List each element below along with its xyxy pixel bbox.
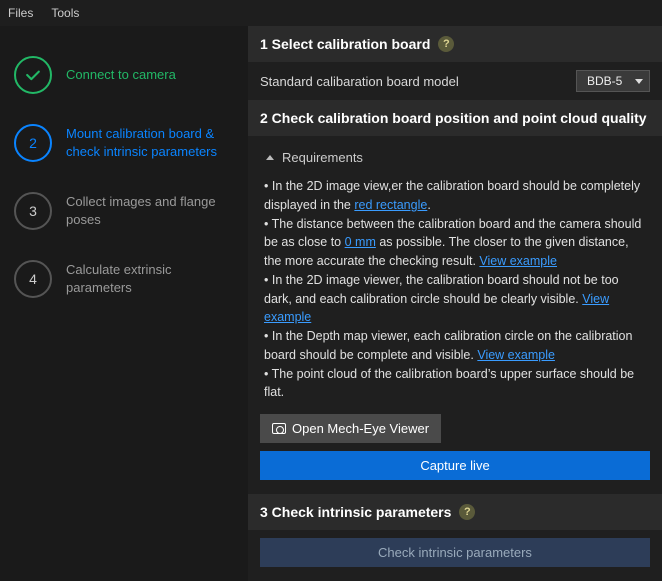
step-label: Collect images and flange poses [66,193,234,228]
step-number-icon: 3 [14,192,52,230]
section1-header: 1 Select calibration board ? [248,26,662,62]
board-model-value: BDB-5 [587,74,622,88]
section3-header: 3 Check intrinsic parameters ? [248,494,662,530]
sidebar-step-collect[interactable]: 3 Collect images and flange poses [14,192,234,230]
capture-live-button[interactable]: Capture live [260,451,650,480]
board-model-label: Standard calibaration board model [260,74,459,89]
menubar: Files Tools [0,0,662,26]
red-rectangle-link[interactable]: red rectangle [354,198,427,212]
sidebar-step-connect[interactable]: Connect to camera [14,56,234,94]
chevron-down-icon [635,79,643,84]
requirement-item: • In the 2D image view,er the calibratio… [264,177,646,215]
camera-icon [272,423,286,434]
view-example-link[interactable]: View example [477,348,555,362]
main-panel: 1 Select calibration board ? Standard ca… [248,26,662,581]
menu-tools[interactable]: Tools [51,6,79,20]
sidebar-step-calculate[interactable]: 4 Calculate extrinsic parameters [14,260,234,298]
sidebar-step-mount[interactable]: 2 Mount calibration board & check intrin… [14,124,234,162]
requirement-item: • In the 2D image viewer, the calibratio… [264,271,646,327]
distance-link[interactable]: 0 mm [345,235,376,249]
check-intrinsic-button[interactable]: Check intrinsic parameters [260,538,650,567]
help-icon[interactable]: ? [459,504,475,520]
requirements-toggle[interactable]: Requirements [260,144,650,171]
view-example-link[interactable]: View example [479,254,557,268]
step-number-icon: 4 [14,260,52,298]
board-model-row: Standard calibaration board model BDB-5 [248,62,662,100]
help-icon[interactable]: ? [438,36,454,52]
open-mecheye-button[interactable]: Open Mech-Eye Viewer [260,414,441,443]
section3-title: 3 Check intrinsic parameters [260,504,451,520]
check-icon [14,56,52,94]
sidebar: Connect to camera 2 Mount calibration bo… [0,26,248,581]
menu-files[interactable]: Files [8,6,33,20]
requirements-label: Requirements [282,150,363,165]
step-label: Calculate extrinsic parameters [66,261,234,296]
section2-title: 2 Check calibration board position and p… [260,110,647,126]
section2-header: 2 Check calibration board position and p… [248,100,662,136]
step-number-icon: 2 [14,124,52,162]
requirements-list: • In the 2D image view,er the calibratio… [260,171,650,410]
section1-title: 1 Select calibration board [260,36,430,52]
chevron-up-icon [266,155,274,160]
requirement-item: • In the Depth map viewer, each calibrat… [264,327,646,365]
board-model-select[interactable]: BDB-5 [576,70,650,92]
requirement-item: • The distance between the calibration b… [264,215,646,271]
requirement-item: • The point cloud of the calibration boa… [264,365,646,403]
step-label: Connect to camera [66,66,176,84]
step-label: Mount calibration board & check intrinsi… [66,125,234,160]
